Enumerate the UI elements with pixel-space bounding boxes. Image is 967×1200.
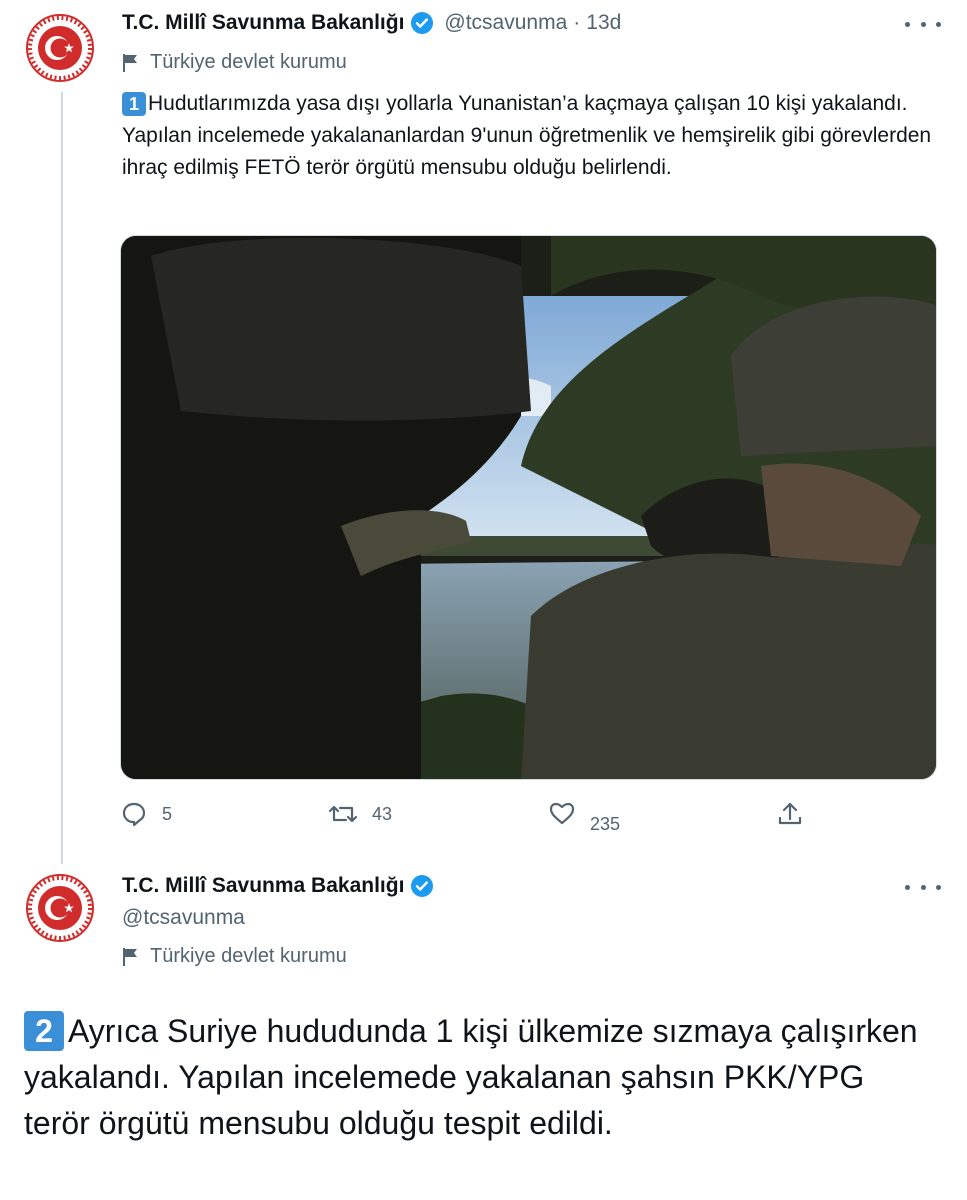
more-horizontal-icon[interactable] (905, 14, 941, 34)
ministry-logo-icon (24, 872, 96, 944)
tweet-text: 1 Hudutlarımızda yasa dışı yollarla Yunan… (122, 88, 934, 184)
government-label-text: Türkiye devlet kurumu (150, 51, 347, 73)
author-handle[interactable]: @tcsavunma (444, 11, 567, 35)
avatar[interactable] (24, 872, 96, 944)
ministry-logo-icon (24, 12, 96, 84)
like-count: 235 (590, 813, 621, 834)
soldiers-at-river-image (121, 236, 936, 779)
separator-dot: · (573, 11, 581, 34)
retweet-button[interactable]: 43 (328, 800, 392, 828)
share-button[interactable] (776, 800, 818, 828)
tweet-body: Hudutlarımızda yasa dışı yollarla Yunani… (122, 92, 932, 179)
author-name[interactable]: T.C. Millî Savunma Bakanlığı (122, 11, 404, 35)
government-label-text: Türkiye devlet kurumu (150, 945, 347, 967)
flag-icon (123, 947, 137, 966)
like-button[interactable]: 235 (548, 800, 620, 834)
tweet-body: Ayrıca Suriye hududunda 1 kişi ülkemize … (24, 1013, 918, 1141)
reply-count: 5 (162, 803, 173, 824)
tweet-actions: 5 43 235 (120, 800, 840, 840)
verified-badge-icon (410, 11, 434, 35)
tweet-photo[interactable] (120, 235, 937, 780)
reply-icon (122, 802, 146, 827)
tweet-time[interactable]: 13d (586, 11, 621, 35)
keycap-two-emoji: 2 (24, 1011, 64, 1051)
avatar[interactable] (24, 12, 96, 84)
flag-icon (123, 53, 137, 72)
tweet-header: T.C. Millî Savunma Bakanlığı @tcsavunma … (122, 11, 621, 35)
more-horizontal-icon[interactable] (905, 877, 941, 897)
keycap-one-emoji: 1 (122, 92, 146, 116)
tweet-text: 2 Ayrıca Suriye hududunda 1 kişi ülkemize… (24, 1008, 924, 1146)
thread-connector (61, 92, 63, 864)
tweet-header: T.C. Millî Savunma Bakanlığı (122, 874, 434, 898)
share-icon (778, 802, 802, 825)
author-handle[interactable]: @tcsavunma (122, 906, 245, 930)
heart-icon (549, 802, 575, 825)
retweet-count: 43 (372, 803, 393, 824)
author-name[interactable]: T.C. Millî Savunma Bakanlığı (122, 874, 404, 898)
government-label[interactable]: Türkiye devlet kurumu (122, 945, 347, 968)
reply-button[interactable]: 5 (120, 800, 172, 828)
retweet-icon (328, 805, 358, 823)
government-label[interactable]: Türkiye devlet kurumu (122, 51, 347, 74)
verified-badge-icon (410, 874, 434, 898)
